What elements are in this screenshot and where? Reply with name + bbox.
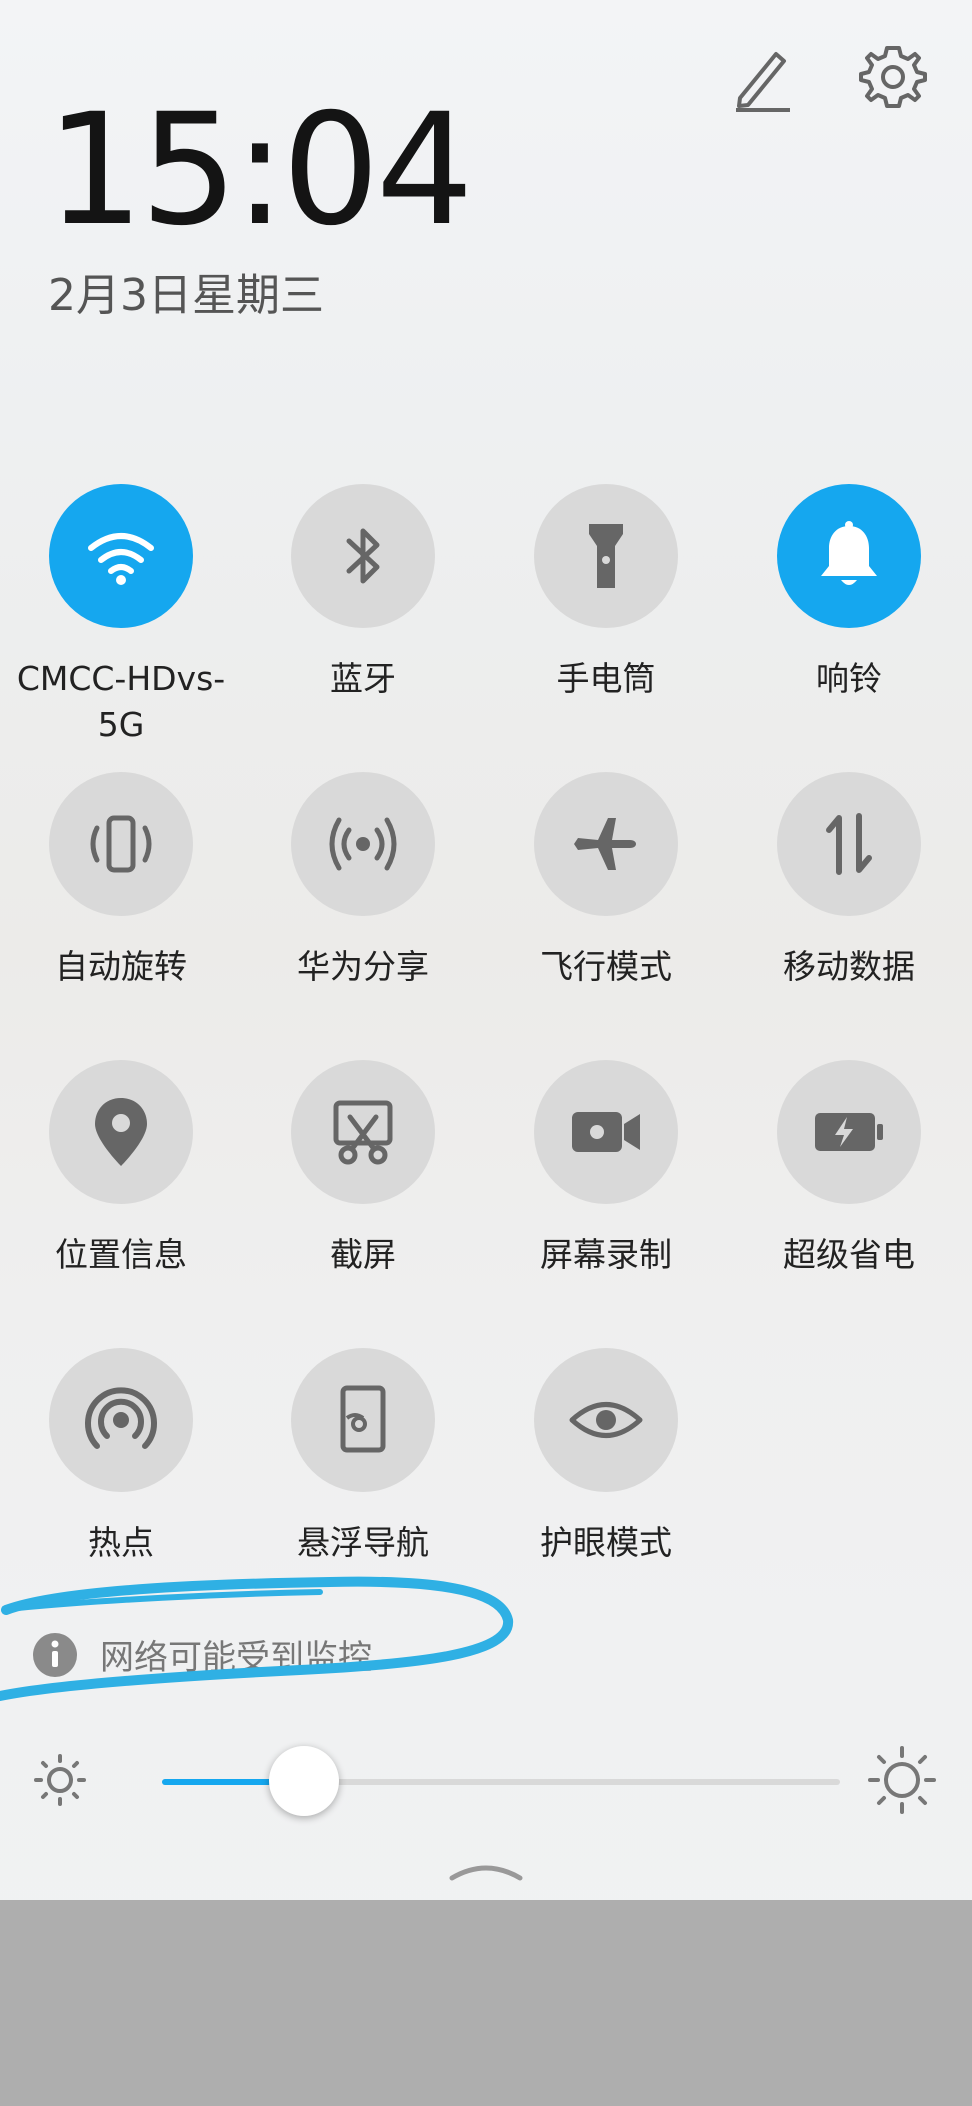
clock-time: 15:04	[46, 81, 474, 260]
tile-screen-record-circle[interactable]	[534, 1060, 678, 1204]
tile-screenshot-circle[interactable]	[291, 1060, 435, 1204]
tile-floating-nav-circle[interactable]	[291, 1348, 435, 1492]
tile-label: CMCC-HDvs-5G	[16, 659, 226, 744]
tile-huawei-share[interactable]: 华为分享	[243, 772, 483, 990]
clock-date: 2月3日星期三	[48, 270, 324, 321]
brightness-low-icon	[34, 1754, 86, 1806]
tile-mobile-data-circle[interactable]	[777, 772, 921, 916]
edit-button[interactable]	[716, 32, 806, 122]
brightness-thumb[interactable]	[269, 1746, 340, 1816]
tile-location[interactable]: 位置信息	[1, 1060, 241, 1278]
tile-ring-circle[interactable]	[777, 484, 921, 628]
tile-airplane-mode[interactable]: 飞行模式	[486, 772, 726, 990]
tile-floating-nav[interactable]: 悬浮导航	[243, 1348, 483, 1566]
flashlight-icon	[589, 524, 623, 588]
tile-auto-rotate[interactable]: 自动旋转	[1, 772, 241, 990]
hand-drawn-circle-annotation	[0, 1576, 514, 1701]
tile-hotspot-circle[interactable]	[49, 1348, 193, 1492]
tile-ring[interactable]: 响铃	[729, 484, 969, 702]
tile-wifi-circle[interactable]	[49, 484, 193, 628]
tile-label: 截屏	[330, 1235, 396, 1274]
tile-label: 位置信息	[55, 1235, 187, 1274]
share-icon	[329, 817, 397, 871]
tile-hotspot[interactable]: 热点	[1, 1348, 241, 1566]
dimmed-background	[0, 1900, 972, 2106]
hotspot-icon	[85, 1387, 157, 1449]
battery-saver-icon	[815, 1113, 883, 1151]
tile-mobile-data[interactable]: 移动数据	[729, 772, 969, 990]
screenshot-icon	[333, 1100, 393, 1165]
tile-label: 屏幕录制	[540, 1235, 672, 1274]
tile-flashlight-circle[interactable]	[534, 484, 678, 628]
bell-icon	[821, 521, 877, 585]
tile-airplane-mode-circle[interactable]	[534, 772, 678, 916]
eye-comfort-icon	[569, 1402, 643, 1438]
auto-rotate-icon	[90, 815, 152, 873]
tile-bluetooth[interactable]: 蓝牙	[243, 484, 483, 702]
tile-label: 护眼模式	[540, 1523, 672, 1562]
tile-label: 飞行模式	[540, 947, 672, 986]
brightness-slider[interactable]	[30, 1740, 942, 1820]
tile-eye-comfort-circle[interactable]	[534, 1348, 678, 1492]
tile-screen-record[interactable]: 屏幕录制	[486, 1060, 726, 1278]
tile-location-circle[interactable]	[49, 1060, 193, 1204]
gear-icon	[859, 46, 927, 108]
tile-auto-rotate-circle[interactable]	[49, 772, 193, 916]
tile-screenshot[interactable]: 截屏	[243, 1060, 483, 1278]
floating-nav-icon	[340, 1385, 386, 1453]
bluetooth-icon	[346, 528, 380, 584]
tile-wifi[interactable]: CMCC-HDvs-5G	[1, 484, 241, 748]
location-icon	[95, 1098, 147, 1166]
screen-record-icon	[572, 1112, 640, 1152]
tile-huawei-share-circle[interactable]	[291, 772, 435, 916]
tile-label: 华为分享	[297, 947, 429, 986]
mobile-data-icon	[826, 813, 872, 875]
collapse-handle-icon[interactable]	[446, 1860, 526, 1884]
tile-label: 响铃	[816, 659, 882, 698]
tile-battery-saver-circle[interactable]	[777, 1060, 921, 1204]
tile-battery-saver[interactable]: 超级省电	[729, 1060, 969, 1278]
tile-label: 蓝牙	[330, 659, 396, 698]
tile-label: 手电筒	[556, 659, 656, 698]
tile-eye-comfort[interactable]: 护眼模式	[486, 1348, 726, 1566]
airplane-icon	[574, 818, 636, 870]
tile-label: 移动数据	[783, 947, 915, 986]
tile-label: 超级省电	[783, 1235, 915, 1274]
tile-label: 自动旋转	[55, 947, 187, 986]
pencil-icon	[736, 52, 790, 112]
brightness-high-icon	[868, 1746, 936, 1814]
tile-flashlight[interactable]: 手电筒	[486, 484, 726, 702]
settings-button[interactable]	[848, 32, 938, 122]
tile-bluetooth-circle[interactable]	[291, 484, 435, 628]
wifi-icon	[88, 533, 154, 585]
